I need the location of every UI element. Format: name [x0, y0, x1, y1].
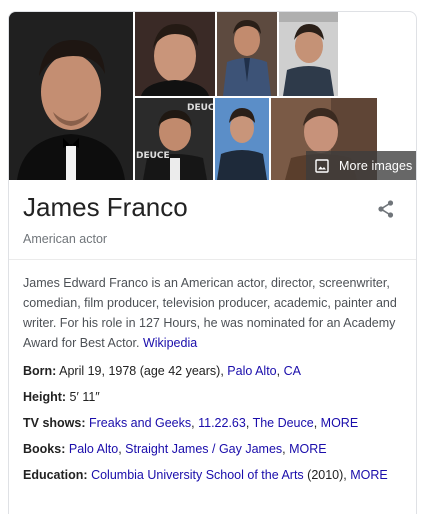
photo-2[interactable]	[135, 12, 215, 96]
photo-4[interactable]	[279, 12, 338, 96]
image-gallery: DEUCE DEUCE	[9, 12, 416, 180]
fact-tv-shows: TV shows: Freaks and Geeks, 11.22.63, Th…	[23, 416, 359, 430]
height-value: 5′ 11″	[69, 390, 100, 404]
knowledge-panel: DEUCE DEUCE	[8, 11, 417, 514]
fact-label: Born:	[23, 364, 57, 378]
fact-label: TV shows:	[23, 416, 86, 430]
description-text: James Edward Franco is an American actor…	[23, 276, 397, 350]
entity-title: James Franco	[23, 192, 188, 222]
fact-height: Height: 5′ 11″	[23, 387, 408, 407]
education-link[interactable]: Columbia University School of the Arts	[91, 468, 304, 482]
tv-show-link[interactable]: The Deuce	[253, 416, 314, 430]
photo-2-image	[135, 12, 215, 96]
photo-6-image	[215, 98, 269, 180]
fact-label: Height:	[23, 390, 67, 404]
born-date: April 19, 1978 (age 42 years),	[59, 364, 224, 378]
tv-show-link[interactable]: Freaks and Geeks	[89, 416, 191, 430]
fact-born: Born: April 19, 1978 (age 42 years), Pal…	[23, 361, 408, 381]
main-photo[interactable]	[9, 12, 133, 180]
more-images-label: More images	[339, 158, 413, 173]
born-place-link[interactable]: Palo Alto	[227, 364, 276, 378]
tv-shows-more-link[interactable]: MORE	[321, 416, 359, 430]
image-icon	[315, 158, 329, 173]
books-more-link[interactable]: MORE	[289, 442, 327, 456]
share-icon	[378, 200, 394, 218]
photo-4-image	[279, 12, 338, 96]
photo-3[interactable]	[217, 12, 277, 96]
backdrop-text: DEUCE	[187, 103, 213, 113]
title-block: James Franco American actor	[9, 180, 416, 260]
more-images-button[interactable]: More images	[306, 151, 416, 180]
fact-label: Education:	[23, 468, 88, 482]
education-more-link[interactable]: MORE	[350, 468, 388, 482]
entity-subtitle: American actor	[23, 232, 108, 246]
book-link[interactable]: Straight James / Gay James	[125, 442, 282, 456]
facts-list: Born: April 19, 1978 (age 42 years), Pal…	[23, 361, 408, 491]
fact-books: Books: Palo Alto, Straight James / Gay J…	[23, 442, 327, 456]
fact-label: Books:	[23, 442, 66, 456]
backdrop-text: DEUCE	[136, 151, 170, 161]
tv-show-link[interactable]: 11.22.63	[198, 416, 246, 430]
born-state-link[interactable]: CA	[284, 364, 301, 378]
book-link[interactable]: Palo Alto	[69, 442, 118, 456]
separator: ,	[276, 364, 281, 378]
description: James Edward Franco is an American actor…	[23, 273, 408, 353]
fact-education: Education: Columbia University School of…	[23, 465, 408, 485]
photo-3-image	[217, 12, 277, 96]
education-year: (2010),	[307, 468, 347, 482]
photo-5[interactable]: DEUCE DEUCE	[135, 98, 213, 180]
main-photo-image	[9, 12, 133, 180]
wikipedia-link[interactable]: Wikipedia	[143, 336, 197, 350]
photo-6[interactable]	[215, 98, 269, 180]
share-button[interactable]	[375, 198, 397, 220]
photo-5-image: DEUCE DEUCE	[135, 98, 213, 180]
